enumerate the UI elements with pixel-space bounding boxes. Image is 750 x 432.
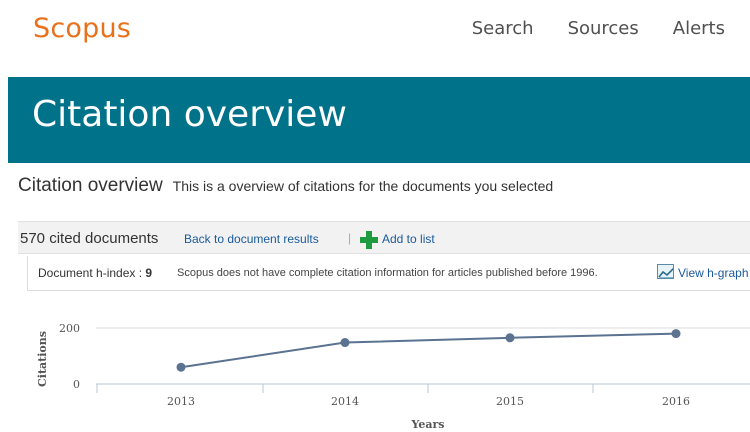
- toolbar-separator: |: [348, 231, 352, 245]
- banner-title: Citation overview: [32, 94, 347, 135]
- x-tick-label: 2013: [167, 395, 195, 408]
- data-point[interactable]: [671, 329, 681, 339]
- y-tick-label: 0: [73, 378, 80, 391]
- citations-chart: 0 200 2013 2014 2015 2016 Citations Years: [36, 322, 750, 431]
- series-line: [180, 332, 677, 369]
- x-tick-label: 2015: [496, 395, 524, 408]
- h-index-label: Document h-index : 9: [38, 266, 152, 280]
- add-plus-icon[interactable]: [360, 231, 378, 249]
- cited-count: 570 cited documents: [20, 230, 159, 247]
- scopus-logo[interactable]: Scopus: [33, 13, 131, 44]
- y-tick-label: 200: [59, 322, 80, 335]
- h-index-label-text: Document h-index :: [38, 266, 143, 280]
- nav-alerts[interactable]: Alerts: [673, 18, 725, 39]
- data-point[interactable]: [505, 333, 515, 343]
- top-bar: Scopus Search Sources Alerts: [0, 0, 750, 68]
- h-index-box: Document h-index : 9 Scopus does not hav…: [27, 256, 750, 291]
- h-index-value: 9: [145, 266, 153, 280]
- x-tick-label: 2016: [662, 395, 690, 408]
- chart-series: [176, 329, 681, 372]
- add-to-list-link[interactable]: Add to list: [382, 232, 435, 246]
- view-h-graph-link[interactable]: View h-graph: [678, 266, 749, 280]
- subtitle-description: This is a overview of citations for the …: [172, 178, 554, 194]
- nav-search[interactable]: Search: [472, 18, 534, 39]
- h-graph-icon-svg: [658, 267, 673, 278]
- page-subtitle: Citation overview This is a overview of c…: [18, 175, 553, 197]
- x-tick-label: 2014: [331, 395, 359, 408]
- page-banner: Citation overview: [8, 77, 750, 163]
- data-point[interactable]: [340, 338, 350, 348]
- nav-sources[interactable]: Sources: [568, 18, 639, 39]
- results-toolbar: 570 cited documents Back to document res…: [18, 221, 750, 254]
- y-axis-label: Citations: [36, 331, 49, 387]
- main-nav: Search Sources Alerts: [472, 18, 725, 39]
- h-graph-icon[interactable]: [657, 264, 674, 279]
- citation-info-note: Scopus does not have complete citation i…: [177, 267, 598, 279]
- data-point[interactable]: [176, 362, 186, 372]
- chart-grid: [96, 327, 750, 393]
- subtitle-title: Citation overview: [18, 175, 163, 196]
- x-axis-label: Years: [410, 418, 444, 431]
- back-to-results-link[interactable]: Back to document results: [184, 232, 319, 246]
